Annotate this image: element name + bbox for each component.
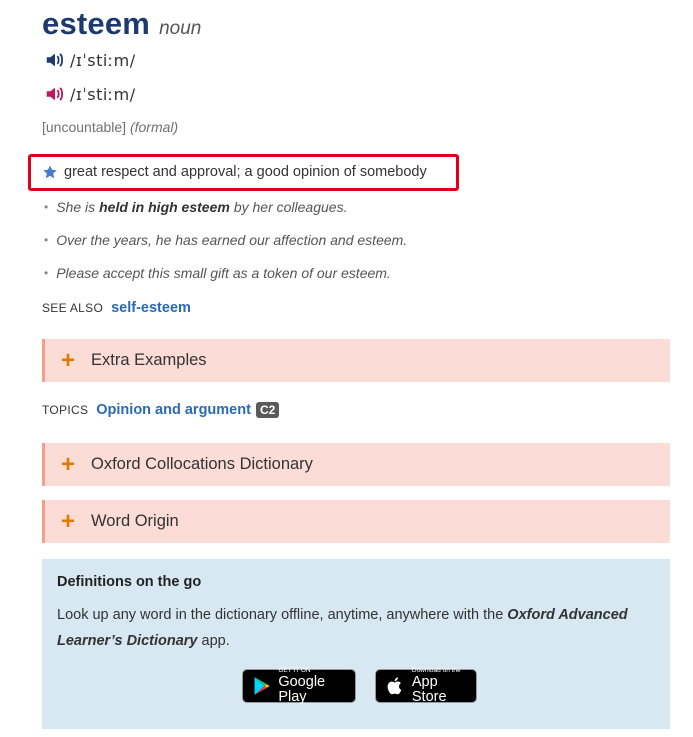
topics-label: TOPICS — [42, 403, 89, 417]
headword-line: esteem noun — [42, 6, 201, 42]
speaker-us-icon[interactable] — [44, 83, 66, 105]
examples-list: • She is held in high esteem by her coll… — [44, 199, 407, 298]
see-also-label: SEE ALSO — [42, 301, 104, 315]
plus-icon: + — [61, 450, 76, 478]
collocations-section[interactable]: + Oxford Collocations Dictionary — [42, 443, 670, 486]
bullet: • — [44, 200, 49, 214]
google-play-button[interactable]: GET IT ON Google Play — [242, 667, 356, 705]
speaker-uk-icon[interactable] — [44, 49, 66, 71]
promo-text-end: app. — [201, 633, 230, 649]
promo-text-start: Look up any word in the dictionary offli… — [57, 607, 504, 623]
collocations-title: Oxford Collocations Dictionary — [91, 455, 313, 473]
google-play-label: Google Play — [278, 674, 326, 705]
app-store-button[interactable]: Download on the App Store — [375, 667, 477, 705]
star-icon — [43, 165, 57, 179]
example-text: Over the years, he has earned our affect… — [56, 232, 408, 248]
example-text: Please accept this small gift as a token… — [56, 265, 391, 281]
topics: TOPICS Opinion and argument C2 — [42, 402, 280, 418]
word-origin-title: Word Origin — [91, 512, 179, 530]
example-item: • She is held in high esteem by her coll… — [44, 199, 407, 232]
part-of-speech: noun — [159, 18, 202, 39]
see-also-link[interactable]: self-esteem — [111, 300, 191, 316]
bullet: • — [44, 266, 49, 280]
pronunciation-uk-text: /ɪˈstiːm/ — [70, 50, 136, 70]
pronunciation-uk: /ɪˈstiːm/ — [44, 49, 136, 71]
app-store-label: App Store — [411, 674, 447, 705]
example-collocation: held in high esteem — [99, 199, 230, 215]
promo-title: Definitions on the go — [57, 574, 202, 590]
pronunciation-us-text: /ɪˈstiːm/ — [70, 84, 136, 104]
example-text-end: by her colleagues. — [233, 199, 348, 215]
see-also: SEE ALSO self-esteem — [42, 300, 191, 316]
extra-examples-section[interactable]: + Extra Examples — [42, 339, 670, 382]
example-item: • Please accept this small gift as a tok… — [44, 265, 407, 298]
cefr-level-badge: C2 — [255, 402, 280, 418]
promo-text: Look up any word in the dictionary offli… — [57, 602, 657, 654]
pronunciation-us: /ɪˈstiːm/ — [44, 83, 136, 105]
register-label: (formal) — [129, 119, 179, 135]
headword: esteem — [42, 6, 151, 41]
definition: great respect and approval; a good opini… — [42, 164, 427, 180]
example-item: • Over the years, he has earned our affe… — [44, 232, 407, 265]
extra-examples-title: Extra Examples — [91, 351, 207, 369]
topic-link[interactable]: Opinion and argument — [96, 402, 251, 418]
google-play-icon — [254, 677, 270, 695]
plus-icon: + — [61, 346, 76, 374]
example-text: She is — [56, 199, 96, 215]
grammar-info: [uncountable] (formal) — [42, 119, 178, 135]
bullet: • — [44, 233, 49, 247]
app-promo-box: Definitions on the go Look up any word i… — [42, 559, 670, 729]
apple-icon — [387, 677, 402, 695]
grammar-label: [uncountable] — [42, 119, 127, 135]
plus-icon: + — [61, 507, 76, 535]
word-origin-section[interactable]: + Word Origin — [42, 500, 670, 543]
definition-text: great respect and approval; a good opini… — [64, 164, 427, 180]
